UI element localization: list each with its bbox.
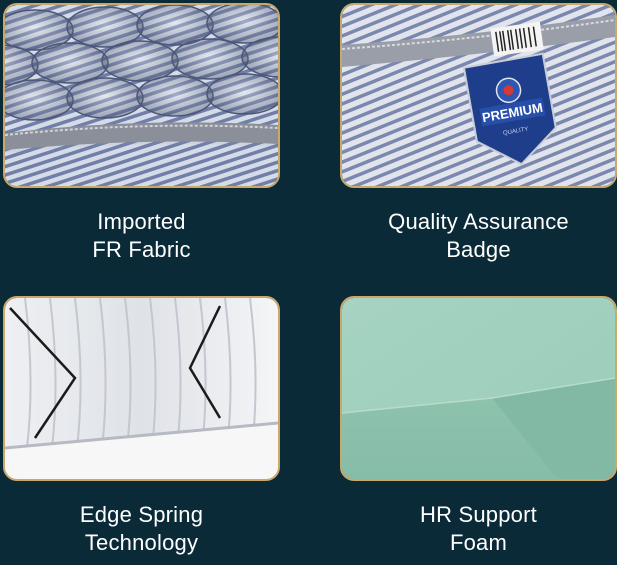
- feature-caption-line1: Imported: [97, 209, 186, 234]
- feature-caption: HR Support Foam: [340, 501, 617, 557]
- feature-caption-line1: Edge Spring: [79, 502, 204, 527]
- feature-card-hr-foam: HR Support Foam: [340, 296, 617, 557]
- premium-badge-image: PREMIUM QUALITY: [340, 3, 617, 188]
- feature-caption-line2: FR Fabric: [92, 237, 191, 262]
- feature-caption-line2: Technology: [84, 530, 199, 555]
- feature-card-quality-badge: PREMIUM QUALITY Quality Assurance Badge: [340, 3, 617, 264]
- feature-caption: Edge Spring Technology: [3, 501, 280, 557]
- feature-caption: Quality Assurance Badge: [340, 208, 617, 264]
- feature-caption-line1: HR Support: [420, 502, 537, 527]
- feature-caption-line1: Quality Assurance: [388, 209, 569, 234]
- foam-block-image: [340, 296, 617, 481]
- features-grid: Imported FR Fabric PREMIUM QUALITY Quali…: [0, 0, 617, 565]
- feature-caption-line2: Foam: [449, 530, 508, 555]
- feature-caption-line2: Badge: [446, 237, 511, 262]
- feature-caption: Imported FR Fabric: [3, 208, 280, 264]
- feature-card-fr-fabric: Imported FR Fabric: [3, 3, 280, 264]
- feature-card-edge-spring: Edge Spring Technology: [3, 296, 280, 557]
- quilted-fabric-image: [3, 3, 280, 188]
- edge-spring-image: [3, 296, 280, 481]
